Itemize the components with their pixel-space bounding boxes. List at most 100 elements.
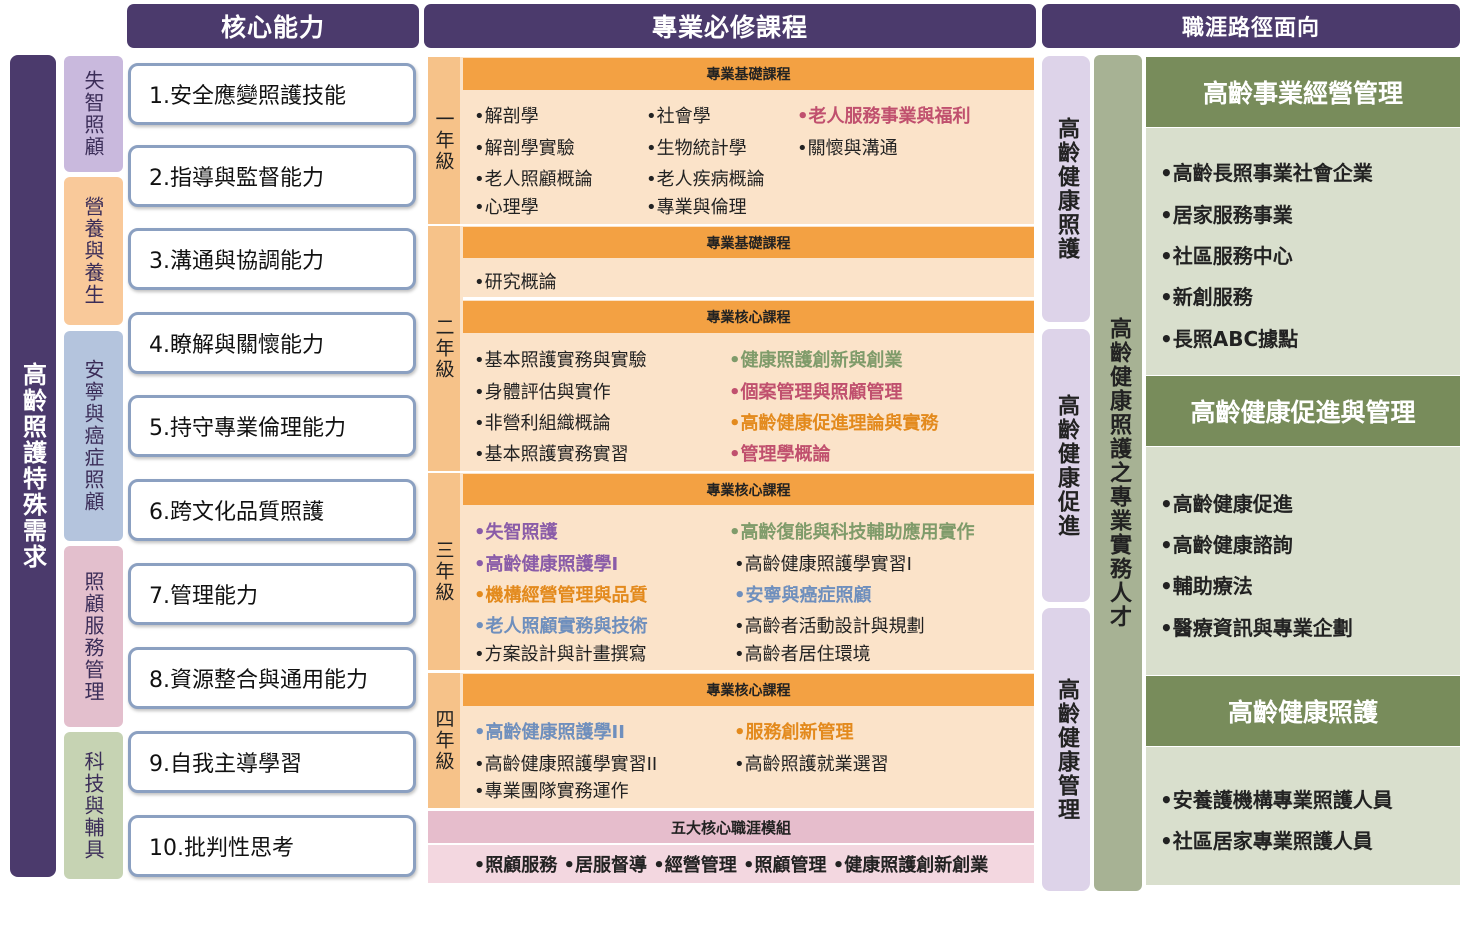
course-item: •高齡者居住環境 [734, 644, 871, 665]
year1-label: 一年級 [432, 109, 455, 172]
career-item: •社區服務中心 [1160, 244, 1293, 268]
category-care-management: 照顧服務管理 [64, 546, 123, 727]
year3-label-box: 三年級 [428, 473, 460, 670]
year3-label: 三年級 [432, 540, 455, 603]
career-item: •高齡健康促進 [1160, 492, 1293, 516]
category-label: 照顧服務管理 [81, 570, 105, 703]
category-label: 失智照顧 [81, 70, 105, 158]
year2-label-box: 二年級 [428, 226, 460, 471]
competency-label: 10.批判性思考 [149, 836, 294, 861]
competency-8: 8.資源整合與通用能力 [128, 647, 416, 709]
year1-section-header: 專業基礎課程 [463, 58, 1034, 90]
course-item: •高齡健康照護學實習I [734, 554, 912, 575]
course-item: •關懷與溝通 [797, 138, 898, 159]
career-group-3-title: 高齡健康照護 [1146, 676, 1460, 746]
competency-6: 6.跨文化品質照護 [128, 479, 416, 541]
competency-label: 9.自我主導學習 [149, 752, 302, 777]
course-item: •基本照護實務實習 [474, 444, 629, 465]
competency-label: 3.溝通與協調能力 [149, 249, 324, 274]
course-item: •服務創新管理 [734, 722, 854, 743]
course-item: •解剖學實驗 [474, 138, 575, 159]
category-label: 科技與輔具 [81, 750, 105, 861]
course-item: •安寧與癌症照顧 [734, 585, 872, 606]
year4-label-box: 四年級 [428, 673, 460, 808]
course-item: •高齡照護就業選習 [734, 754, 889, 775]
course-item: •方案設計與計畫撰寫 [474, 644, 647, 665]
course-item: •老人服務事業與福利 [797, 106, 971, 127]
competency-10: 10.批判性思考 [128, 815, 416, 877]
competency-label: 5.持守專業倫理能力 [149, 416, 346, 441]
year4-label: 四年級 [432, 709, 455, 772]
competency-label: 7.管理能力 [149, 584, 258, 609]
competency-label: 8.資源整合與通用能力 [149, 668, 368, 693]
year2-label: 二年級 [432, 317, 455, 380]
career-path-health-management: 高齡健康管理 [1042, 608, 1090, 891]
career-path-label: 高齡健康促進 [1054, 393, 1079, 538]
career-item: •輔助療法 [1160, 574, 1253, 598]
course-item: •基本照護實務與實驗 [474, 350, 647, 371]
course-item: •高齡健康促進理論與實務 [729, 413, 939, 434]
career-group-1-title: 高齡事業經營管理 [1146, 57, 1460, 127]
course-item: •老人照顧概論 [474, 169, 593, 190]
course-item: •健康照護創新與創業 [729, 350, 903, 371]
course-item: •老人照顧實務與技術 [474, 616, 648, 637]
course-item: •高齡者活動設計與規劃 [734, 616, 925, 637]
year2-divider [463, 297, 1034, 300]
competency-1: 1.安全應變照護技能 [128, 63, 416, 125]
talent-label: 高齡健康照護之專業實務人才 [1106, 317, 1131, 629]
career-group-3-body [1146, 747, 1460, 885]
header-career-paths: 職涯路徑面向 [1042, 4, 1460, 48]
category-label: 安寧與癌症照顧 [81, 359, 105, 513]
modules-list: •照顧服務 •居服督導 •經營管理 •照顧管理 •健康照護創新創業 [428, 845, 1034, 883]
course-item: •心理學 [474, 197, 539, 218]
course-item: •非營利組織概論 [474, 413, 611, 434]
course-item: •專業團隊實務運作 [474, 781, 629, 802]
competency-5: 5.持守專業倫理能力 [128, 395, 416, 457]
course-item: •機構經營管理與品質 [474, 585, 648, 606]
course-item: •高齡健康照護學I [474, 554, 619, 575]
course-item: •老人疾病概論 [646, 169, 765, 190]
competency-label: 1.安全應變照護技能 [149, 84, 346, 109]
career-path-health-care: 高齡健康照護 [1042, 56, 1090, 322]
course-item: •研究概論 [474, 272, 557, 293]
year1-label-box: 一年級 [428, 57, 460, 224]
modules-header: 五大核心職涯模組 [428, 811, 1034, 843]
special-needs-label: 高齡照護特殊需求 [18, 362, 47, 570]
competency-label: 2.指導與監督能力 [149, 166, 324, 191]
career-group-2-title: 高齡健康促進與管理 [1146, 376, 1460, 446]
course-item: •身體評估與實作 [474, 382, 611, 403]
competency-9: 9.自我主導學習 [128, 731, 416, 793]
category-technology: 科技與輔具 [64, 732, 123, 879]
career-item: •安養護機構專業照護人員 [1160, 788, 1393, 812]
course-item: •高齡復能與科技輔助應用實作 [729, 522, 975, 543]
year2-section-b-header: 專業核心課程 [463, 301, 1034, 333]
header-required-courses: 專業必修課程 [424, 4, 1036, 48]
competency-label: 6.跨文化品質照護 [149, 500, 324, 525]
year3-section-header: 專業核心課程 [463, 474, 1034, 505]
career-item: •高齡健康諮詢 [1160, 533, 1293, 557]
course-item: •高齡健康照護學II [474, 722, 625, 743]
special-needs-column: 高齡照護特殊需求 [10, 55, 56, 877]
career-item: •社區居家專業照護人員 [1160, 829, 1373, 853]
talent-column: 高齡健康照護之專業實務人才 [1094, 55, 1142, 891]
year2-section-a-header: 專業基礎課程 [463, 227, 1034, 258]
year4-section-header: 專業核心課程 [463, 674, 1034, 706]
category-nutrition: 營養與養生 [64, 177, 123, 325]
career-path-label: 高齡健康管理 [1054, 677, 1079, 822]
career-path-label: 高齡健康照護 [1054, 117, 1079, 261]
career-item: •新創服務 [1160, 285, 1253, 309]
header-core-competencies: 核心能力 [127, 4, 419, 48]
course-item: •高齡健康照護學實習II [474, 754, 658, 775]
competency-2: 2.指導與監督能力 [128, 145, 416, 207]
course-item: •專業與倫理 [646, 197, 747, 218]
category-hospice: 安寧與癌症照顧 [64, 331, 123, 541]
course-item: •社會學 [646, 106, 711, 127]
competency-7: 7.管理能力 [128, 563, 416, 625]
career-item: •高齡長照事業社會企業 [1160, 161, 1373, 185]
category-label: 營養與養生 [81, 196, 105, 306]
course-item: •生物統計學 [646, 138, 747, 159]
career-item: •居家服務事業 [1160, 203, 1293, 227]
course-item: •個案管理與照顧管理 [729, 382, 903, 403]
career-item: •醫療資訊與專業企劃 [1160, 616, 1353, 640]
course-item: •失智照護 [474, 522, 558, 543]
